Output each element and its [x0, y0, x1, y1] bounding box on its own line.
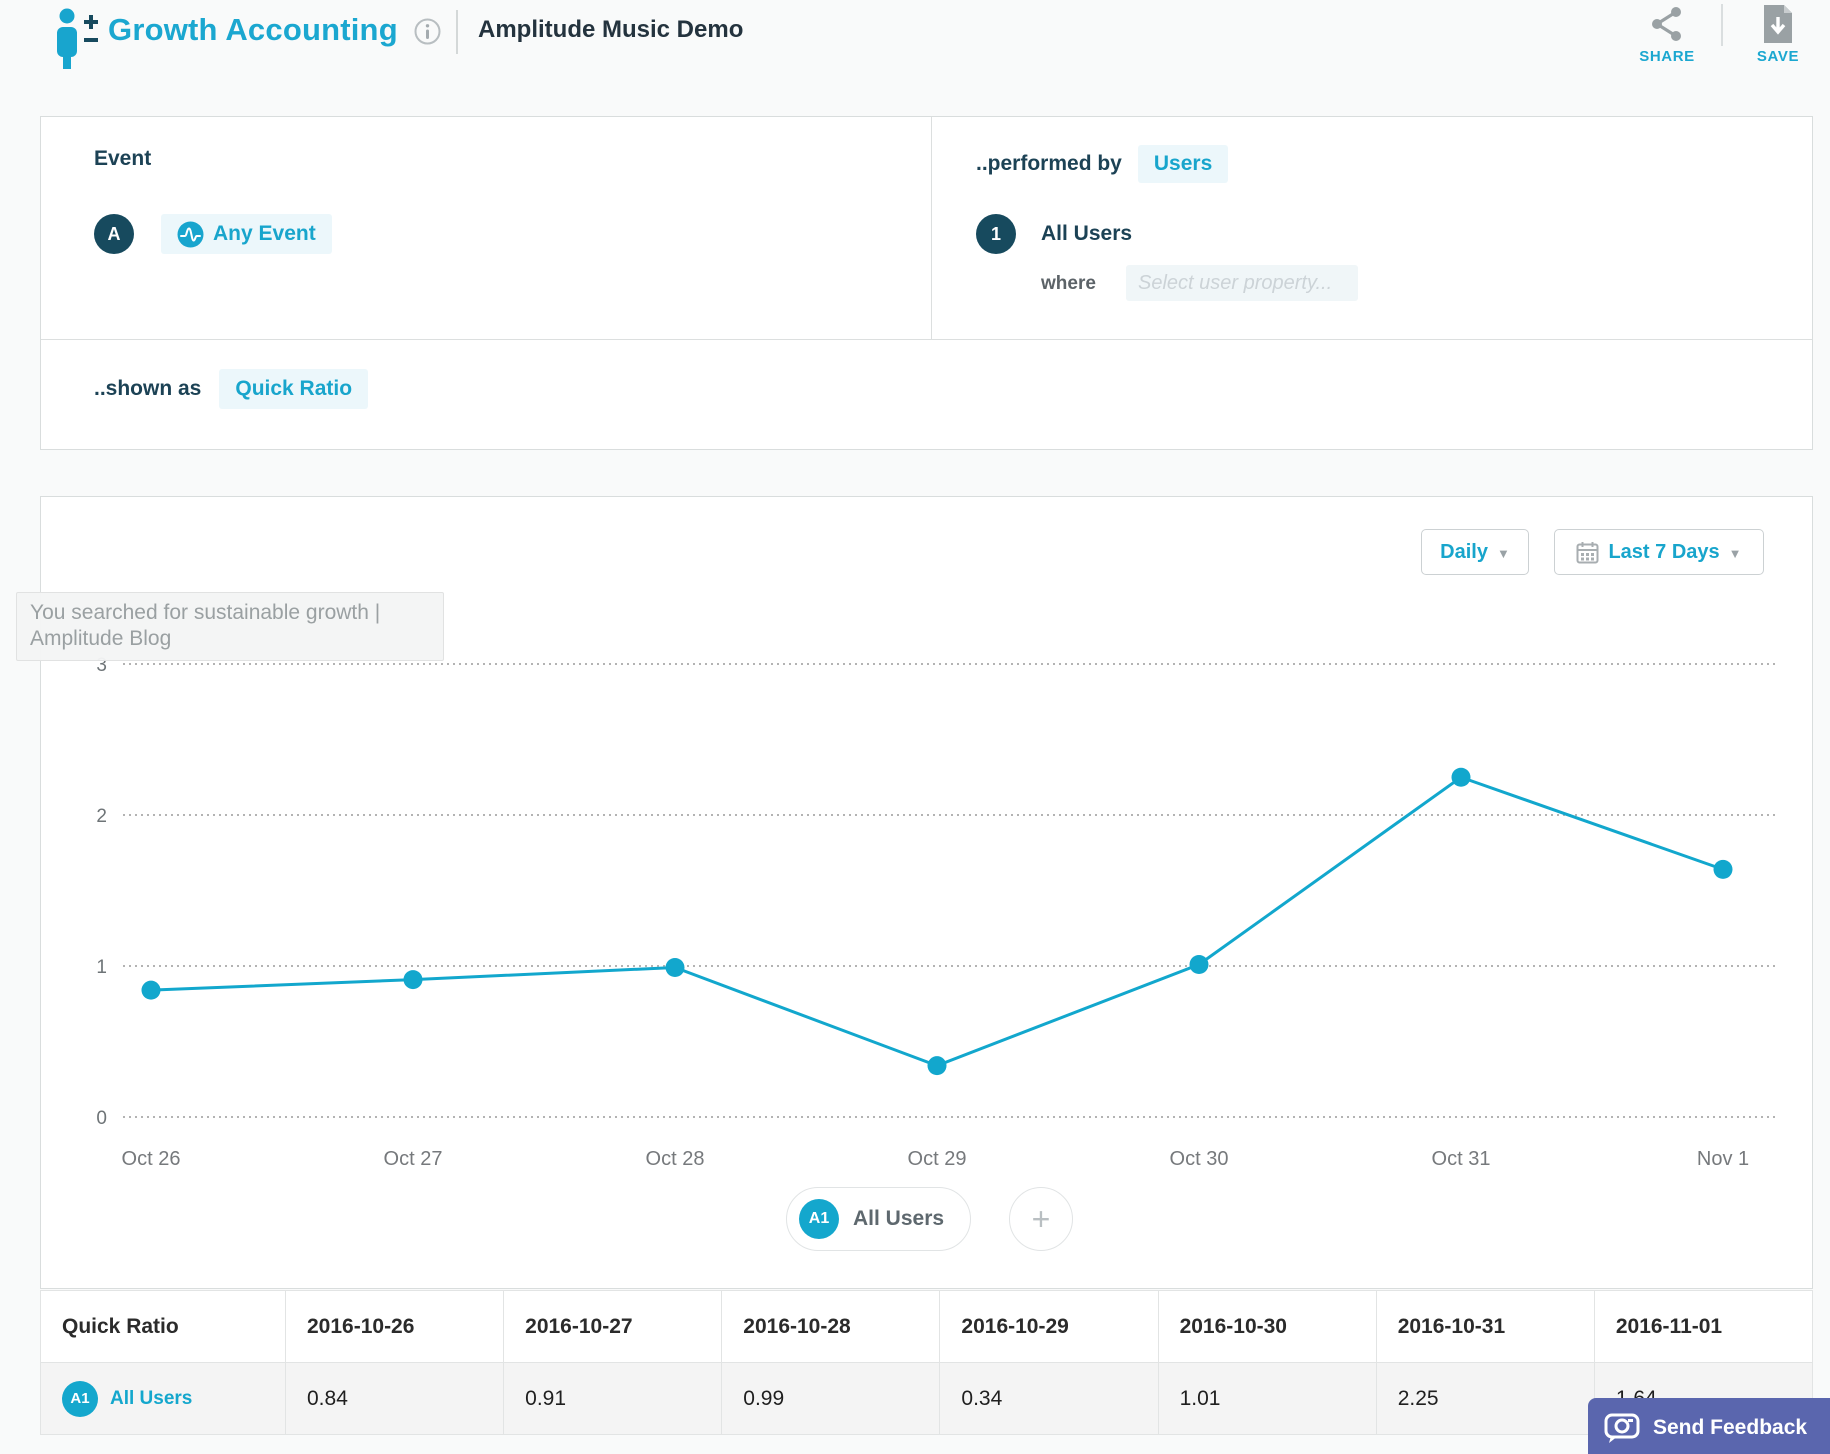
legend-series-label: All Users	[853, 1207, 944, 1231]
where-label: where	[1041, 273, 1096, 295]
any-event-label: Any Event	[213, 222, 316, 246]
where-property-input[interactable]	[1126, 265, 1358, 301]
table-header-cell: Quick Ratio	[41, 1291, 286, 1363]
results-table: Quick Ratio2016-10-262016-10-272016-10-2…	[40, 1290, 1813, 1435]
feedback-camera-icon	[1604, 1412, 1640, 1444]
table-value-cell: 0.91	[504, 1363, 722, 1435]
segment-badge[interactable]: 1	[976, 214, 1016, 254]
y-tick-label: 0	[96, 1108, 107, 1129]
app-header: Growth Accounting Amplitude Music Demo S…	[0, 0, 1830, 100]
series-badge: A1	[62, 1381, 98, 1417]
x-tick-label: Oct 26	[122, 1148, 181, 1170]
performed-by-label: ..performed by	[976, 152, 1122, 176]
data-point[interactable]	[1190, 955, 1209, 974]
legend-series-pill[interactable]: A1 All Users	[786, 1187, 971, 1251]
x-tick-label: Oct 28	[646, 1148, 705, 1170]
table-value-cell: 0.34	[940, 1363, 1158, 1435]
share-icon	[1622, 0, 1712, 48]
y-tick-label: 1	[96, 957, 107, 978]
y-tick-label: 2	[96, 806, 107, 827]
table-header-cell: 2016-10-28	[722, 1291, 940, 1363]
table-header-cell: 2016-10-30	[1158, 1291, 1376, 1363]
amplitude-logo-icon	[177, 221, 204, 248]
action-divider	[1721, 4, 1723, 46]
segment-name[interactable]: All Users	[1041, 222, 1132, 246]
share-button[interactable]: SHARE	[1622, 0, 1712, 65]
growth-accounting-icon	[52, 8, 102, 75]
event-badge[interactable]: A	[94, 214, 134, 254]
save-icon	[1733, 0, 1823, 48]
table-header-cell: 2016-10-27	[504, 1291, 722, 1363]
users-pill[interactable]: Users	[1138, 145, 1228, 183]
save-label: SAVE	[1733, 48, 1823, 65]
query-builder-card: Event A Any Event ..performed by Users 1…	[40, 116, 1813, 450]
x-tick-label: Oct 27	[384, 1148, 443, 1170]
shown-as-label: ..shown as	[94, 377, 201, 401]
table-header-cell: 2016-10-26	[286, 1291, 504, 1363]
project-title: Amplitude Music Demo	[478, 16, 743, 44]
page-title: Growth Accounting	[108, 12, 398, 48]
event-section-label: Event	[94, 147, 151, 171]
data-point[interactable]	[142, 981, 161, 1000]
plus-icon: +	[1032, 1201, 1051, 1238]
table-header-cell: 2016-10-29	[940, 1291, 1158, 1363]
header-divider	[456, 10, 458, 54]
query-horizontal-divider	[41, 339, 1812, 340]
info-icon[interactable]	[414, 18, 441, 50]
table-header-row: Quick Ratio2016-10-262016-10-272016-10-2…	[41, 1291, 1813, 1363]
x-tick-label: Oct 31	[1432, 1148, 1491, 1170]
table-header-cell: 2016-11-01	[1594, 1291, 1812, 1363]
series-line	[151, 777, 1723, 1065]
send-feedback-button[interactable]: Send Feedback	[1588, 1398, 1830, 1454]
query-section-divider	[931, 117, 932, 339]
x-tick-label: Oct 30	[1170, 1148, 1229, 1170]
data-point[interactable]	[928, 1056, 947, 1075]
table-value-cell: 0.99	[722, 1363, 940, 1435]
table-row: A1All Users0.840.910.990.341.012.251.64	[41, 1363, 1813, 1435]
status-tooltip: You searched for sustainable growth | Am…	[16, 592, 444, 661]
table-value-cell: 2.25	[1376, 1363, 1594, 1435]
data-point[interactable]	[666, 958, 685, 977]
save-button[interactable]: SAVE	[1733, 0, 1823, 65]
x-tick-label: Nov 1	[1697, 1148, 1749, 1170]
table-header-cell: 2016-10-31	[1376, 1291, 1594, 1363]
data-point[interactable]	[404, 970, 423, 989]
add-series-button[interactable]: +	[1009, 1187, 1073, 1251]
share-label: SHARE	[1622, 48, 1712, 65]
any-event-pill[interactable]: Any Event	[161, 214, 332, 254]
table-row-header[interactable]: A1 All Users	[41, 1363, 286, 1435]
data-point[interactable]	[1714, 860, 1733, 879]
series-label: All Users	[110, 1388, 192, 1410]
feedback-label: Send Feedback	[1653, 1416, 1807, 1440]
legend-series-badge: A1	[799, 1199, 839, 1239]
quick-ratio-pill[interactable]: Quick Ratio	[219, 369, 368, 409]
table-value-cell: 1.01	[1158, 1363, 1376, 1435]
data-point[interactable]	[1452, 768, 1471, 787]
table-value-cell: 0.84	[286, 1363, 504, 1435]
x-tick-label: Oct 29	[908, 1148, 967, 1170]
